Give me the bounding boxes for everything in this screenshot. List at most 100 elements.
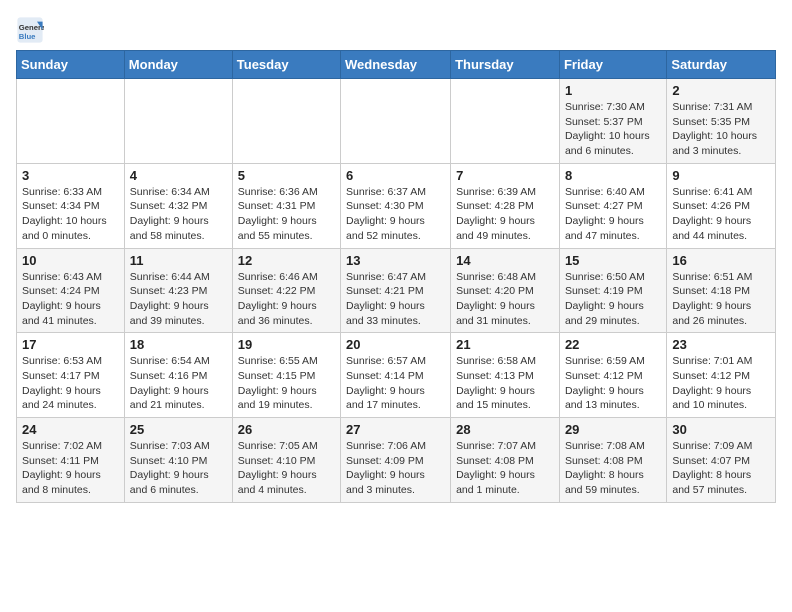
calendar-cell: 18 Sunrise: 6:54 AM Sunset: 4:16 PM Dayli… bbox=[124, 333, 232, 418]
day-number: 23 bbox=[672, 337, 770, 352]
calendar-cell: 6 Sunrise: 6:37 AM Sunset: 4:30 PM Daylig… bbox=[341, 163, 451, 248]
calendar-cell: 9 Sunrise: 6:41 AM Sunset: 4:26 PM Daylig… bbox=[667, 163, 776, 248]
day-info: Sunrise: 6:54 AM Sunset: 4:16 PM Dayligh… bbox=[130, 354, 227, 413]
day-number: 9 bbox=[672, 168, 770, 183]
day-info: Sunrise: 7:30 AM Sunset: 5:37 PM Dayligh… bbox=[565, 100, 661, 159]
calendar-cell bbox=[124, 79, 232, 164]
calendar-header-row: SundayMondayTuesdayWednesdayThursdayFrid… bbox=[17, 51, 776, 79]
day-number: 4 bbox=[130, 168, 227, 183]
calendar-week-row: 24Sunrise: 7:02 AM Sunset: 4:11 PM Dayli… bbox=[17, 418, 776, 503]
day-number: 1 bbox=[565, 83, 661, 98]
calendar-cell: 24Sunrise: 7:02 AM Sunset: 4:11 PM Dayli… bbox=[17, 418, 125, 503]
day-info: Sunrise: 7:07 AM Sunset: 4:08 PM Dayligh… bbox=[456, 439, 554, 498]
day-info: Sunrise: 6:53 AM Sunset: 4:17 PM Dayligh… bbox=[22, 354, 119, 413]
day-info: Sunrise: 6:46 AM Sunset: 4:22 PM Dayligh… bbox=[238, 270, 335, 329]
calendar-cell: 5 Sunrise: 6:36 AM Sunset: 4:31 PM Daylig… bbox=[232, 163, 340, 248]
calendar-week-row: 17 Sunrise: 6:53 AM Sunset: 4:17 PM Dayli… bbox=[17, 333, 776, 418]
day-number: 30 bbox=[672, 422, 770, 437]
calendar-cell: 20Sunrise: 6:57 AM Sunset: 4:14 PM Dayli… bbox=[341, 333, 451, 418]
day-info: Sunrise: 6:47 AM Sunset: 4:21 PM Dayligh… bbox=[346, 270, 445, 329]
calendar-cell: 1 Sunrise: 7:30 AM Sunset: 5:37 PM Daylig… bbox=[559, 79, 666, 164]
calendar-cell: 7 Sunrise: 6:39 AM Sunset: 4:28 PM Daylig… bbox=[451, 163, 560, 248]
calendar-cell: 23 Sunrise: 7:01 AM Sunset: 4:12 PM Dayli… bbox=[667, 333, 776, 418]
calendar-cell bbox=[232, 79, 340, 164]
day-info: Sunrise: 6:37 AM Sunset: 4:30 PM Dayligh… bbox=[346, 185, 445, 244]
logo: General Blue bbox=[16, 16, 48, 44]
weekday-header: Friday bbox=[559, 51, 666, 79]
day-number: 18 bbox=[130, 337, 227, 352]
calendar-cell: 11 Sunrise: 6:44 AM Sunset: 4:23 PM Dayli… bbox=[124, 248, 232, 333]
day-number: 29 bbox=[565, 422, 661, 437]
weekday-header: Tuesday bbox=[232, 51, 340, 79]
day-info: Sunrise: 6:50 AM Sunset: 4:19 PM Dayligh… bbox=[565, 270, 661, 329]
calendar-cell: 19 Sunrise: 6:55 AM Sunset: 4:15 PM Dayli… bbox=[232, 333, 340, 418]
day-info: Sunrise: 6:58 AM Sunset: 4:13 PM Dayligh… bbox=[456, 354, 554, 413]
day-number: 21 bbox=[456, 337, 554, 352]
calendar-cell: 25 Sunrise: 7:03 AM Sunset: 4:10 PM Dayli… bbox=[124, 418, 232, 503]
day-number: 19 bbox=[238, 337, 335, 352]
calendar-cell: 17 Sunrise: 6:53 AM Sunset: 4:17 PM Dayli… bbox=[17, 333, 125, 418]
calendar-cell: 22 Sunrise: 6:59 AM Sunset: 4:12 PM Dayli… bbox=[559, 333, 666, 418]
day-number: 27 bbox=[346, 422, 445, 437]
calendar-cell bbox=[17, 79, 125, 164]
day-number: 17 bbox=[22, 337, 119, 352]
day-info: Sunrise: 7:31 AM Sunset: 5:35 PM Dayligh… bbox=[672, 100, 770, 159]
day-info: Sunrise: 6:59 AM Sunset: 4:12 PM Dayligh… bbox=[565, 354, 661, 413]
day-info: Sunrise: 6:44 AM Sunset: 4:23 PM Dayligh… bbox=[130, 270, 227, 329]
calendar-cell: 21 Sunrise: 6:58 AM Sunset: 4:13 PM Dayli… bbox=[451, 333, 560, 418]
day-number: 22 bbox=[565, 337, 661, 352]
day-info: Sunrise: 6:33 AM Sunset: 4:34 PM Dayligh… bbox=[22, 185, 119, 244]
day-number: 26 bbox=[238, 422, 335, 437]
day-info: Sunrise: 6:36 AM Sunset: 4:31 PM Dayligh… bbox=[238, 185, 335, 244]
day-info: Sunrise: 6:39 AM Sunset: 4:28 PM Dayligh… bbox=[456, 185, 554, 244]
calendar-cell: 12 Sunrise: 6:46 AM Sunset: 4:22 PM Dayli… bbox=[232, 248, 340, 333]
day-number: 24 bbox=[22, 422, 119, 437]
day-number: 13 bbox=[346, 253, 445, 268]
calendar-cell bbox=[451, 79, 560, 164]
day-number: 12 bbox=[238, 253, 335, 268]
day-info: Sunrise: 7:06 AM Sunset: 4:09 PM Dayligh… bbox=[346, 439, 445, 498]
day-info: Sunrise: 6:43 AM Sunset: 4:24 PM Dayligh… bbox=[22, 270, 119, 329]
day-info: Sunrise: 7:09 AM Sunset: 4:07 PM Dayligh… bbox=[672, 439, 770, 498]
day-number: 5 bbox=[238, 168, 335, 183]
day-number: 6 bbox=[346, 168, 445, 183]
day-number: 10 bbox=[22, 253, 119, 268]
day-number: 28 bbox=[456, 422, 554, 437]
calendar-cell: 30 Sunrise: 7:09 AM Sunset: 4:07 PM Dayli… bbox=[667, 418, 776, 503]
weekday-header: Saturday bbox=[667, 51, 776, 79]
day-number: 14 bbox=[456, 253, 554, 268]
day-number: 25 bbox=[130, 422, 227, 437]
day-number: 20 bbox=[346, 337, 445, 352]
calendar-cell: 10 Sunrise: 6:43 AM Sunset: 4:24 PM Dayli… bbox=[17, 248, 125, 333]
weekday-header: Wednesday bbox=[341, 51, 451, 79]
calendar-cell: 14 Sunrise: 6:48 AM Sunset: 4:20 PM Dayli… bbox=[451, 248, 560, 333]
day-number: 8 bbox=[565, 168, 661, 183]
day-info: Sunrise: 6:48 AM Sunset: 4:20 PM Dayligh… bbox=[456, 270, 554, 329]
day-info: Sunrise: 6:51 AM Sunset: 4:18 PM Dayligh… bbox=[672, 270, 770, 329]
calendar: SundayMondayTuesdayWednesdayThursdayFrid… bbox=[16, 50, 776, 503]
calendar-cell: 29Sunrise: 7:08 AM Sunset: 4:08 PM Dayli… bbox=[559, 418, 666, 503]
calendar-cell: 13 Sunrise: 6:47 AM Sunset: 4:21 PM Dayli… bbox=[341, 248, 451, 333]
day-info: Sunrise: 7:03 AM Sunset: 4:10 PM Dayligh… bbox=[130, 439, 227, 498]
calendar-cell: 8 Sunrise: 6:40 AM Sunset: 4:27 PM Daylig… bbox=[559, 163, 666, 248]
day-number: 15 bbox=[565, 253, 661, 268]
calendar-week-row: 1 Sunrise: 7:30 AM Sunset: 5:37 PM Daylig… bbox=[17, 79, 776, 164]
day-info: Sunrise: 7:05 AM Sunset: 4:10 PM Dayligh… bbox=[238, 439, 335, 498]
calendar-cell: 15 Sunrise: 6:50 AM Sunset: 4:19 PM Dayli… bbox=[559, 248, 666, 333]
day-number: 16 bbox=[672, 253, 770, 268]
day-info: Sunrise: 6:55 AM Sunset: 4:15 PM Dayligh… bbox=[238, 354, 335, 413]
day-number: 11 bbox=[130, 253, 227, 268]
day-info: Sunrise: 6:40 AM Sunset: 4:27 PM Dayligh… bbox=[565, 185, 661, 244]
weekday-header: Sunday bbox=[17, 51, 125, 79]
calendar-cell: 3Sunrise: 6:33 AM Sunset: 4:34 PM Daylig… bbox=[17, 163, 125, 248]
day-number: 2 bbox=[672, 83, 770, 98]
day-info: Sunrise: 6:34 AM Sunset: 4:32 PM Dayligh… bbox=[130, 185, 227, 244]
day-number: 7 bbox=[456, 168, 554, 183]
calendar-cell: 16 Sunrise: 6:51 AM Sunset: 4:18 PM Dayli… bbox=[667, 248, 776, 333]
calendar-cell: 26 Sunrise: 7:05 AM Sunset: 4:10 PM Dayli… bbox=[232, 418, 340, 503]
calendar-cell: 27 Sunrise: 7:06 AM Sunset: 4:09 PM Dayli… bbox=[341, 418, 451, 503]
day-info: Sunrise: 7:01 AM Sunset: 4:12 PM Dayligh… bbox=[672, 354, 770, 413]
calendar-cell: 2 Sunrise: 7:31 AM Sunset: 5:35 PM Daylig… bbox=[667, 79, 776, 164]
day-info: Sunrise: 6:41 AM Sunset: 4:26 PM Dayligh… bbox=[672, 185, 770, 244]
calendar-week-row: 3Sunrise: 6:33 AM Sunset: 4:34 PM Daylig… bbox=[17, 163, 776, 248]
